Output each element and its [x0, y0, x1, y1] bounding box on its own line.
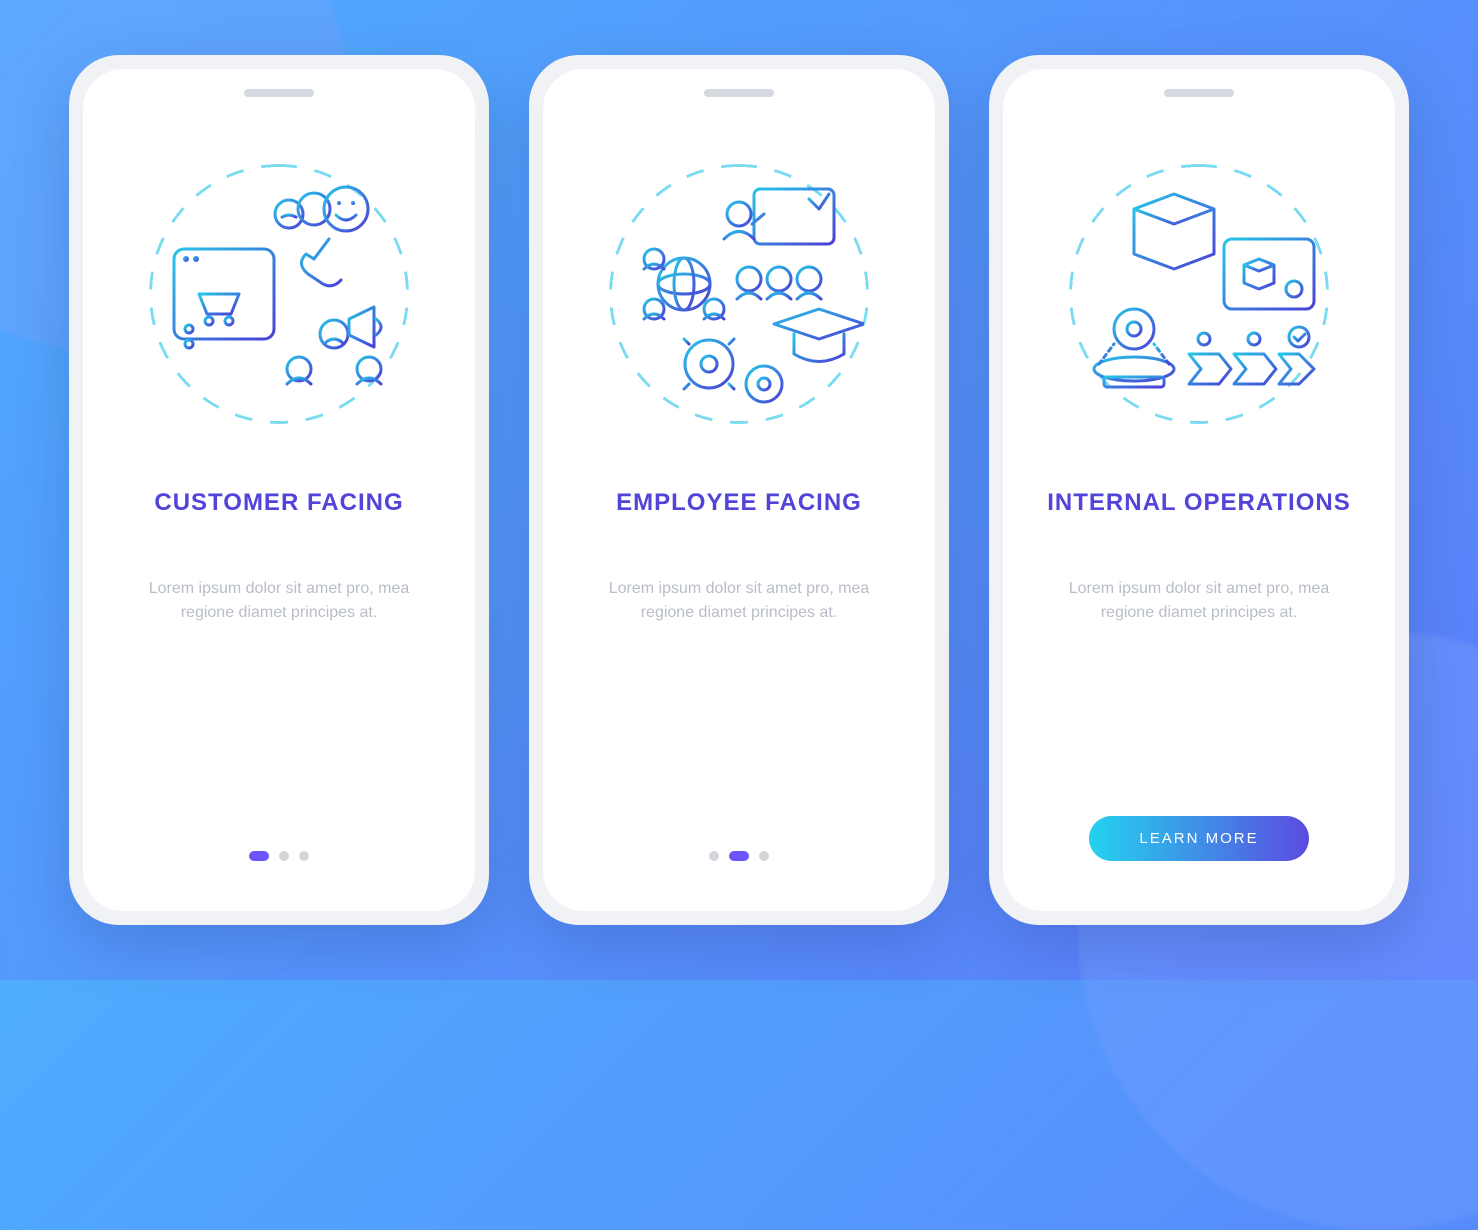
screen-body: Lorem ipsum dolor sit amet pro, mea regi… [1049, 577, 1349, 625]
screen-title: INTERNAL OPERATIONS [1047, 489, 1350, 517]
screen-body: Lorem ipsum dolor sit amet pro, mea regi… [129, 577, 429, 625]
device-row: CUSTOMER FACING Lorem ipsum dolor sit am… [0, 0, 1478, 980]
customer-facing-icon [144, 159, 414, 429]
onboarding-screen-3: INTERNAL OPERATIONS Lorem ipsum dolor si… [1003, 69, 1395, 911]
page-dot[interactable] [709, 851, 719, 861]
onboarding-screen-2: EMPLOYEE FACING Lorem ipsum dolor sit am… [543, 69, 935, 911]
phone-mockup: EMPLOYEE FACING Lorem ipsum dolor sit am… [529, 55, 949, 925]
page-indicator[interactable] [249, 851, 309, 871]
page-dot[interactable] [249, 851, 269, 861]
page-dot[interactable] [299, 851, 309, 861]
learn-more-button[interactable]: LEARN MORE [1089, 816, 1308, 861]
phone-mockup: CUSTOMER FACING Lorem ipsum dolor sit am… [69, 55, 489, 925]
phone-mockup: INTERNAL OPERATIONS Lorem ipsum dolor si… [989, 55, 1409, 925]
page-dot[interactable] [759, 851, 769, 861]
screen-title: EMPLOYEE FACING [616, 489, 862, 517]
internal-operations-icon [1064, 159, 1334, 429]
screen-body: Lorem ipsum dolor sit amet pro, mea regi… [589, 577, 889, 625]
screen-title: CUSTOMER FACING [154, 489, 403, 517]
page-indicator[interactable] [709, 851, 769, 871]
page-dot[interactable] [279, 851, 289, 861]
page-dot[interactable] [729, 851, 749, 861]
employee-facing-icon [604, 159, 874, 429]
onboarding-screen-1: CUSTOMER FACING Lorem ipsum dolor sit am… [83, 69, 475, 911]
